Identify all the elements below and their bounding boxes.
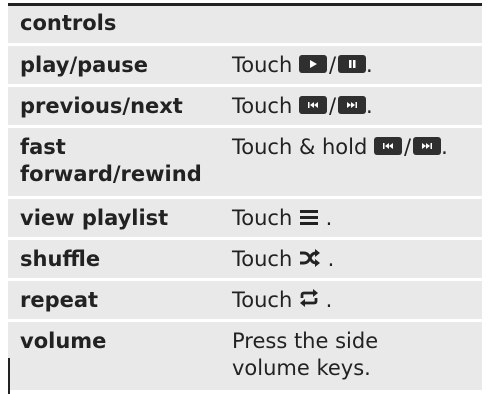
table-header: controls xyxy=(8,3,482,43)
table-row: repeat Touch . xyxy=(8,281,482,319)
repeat-icon xyxy=(299,282,319,320)
table-row: shuffle Touch . xyxy=(8,240,482,278)
play-icon xyxy=(298,55,327,73)
table-row: previous/next Touch /. xyxy=(8,87,482,125)
row-description: Touch . xyxy=(218,281,482,319)
controls-table: controls play/pause Touch /. previous/ne… xyxy=(8,3,482,390)
previous-icon xyxy=(374,137,402,155)
left-rule xyxy=(8,358,10,394)
row-label: repeat xyxy=(20,288,99,312)
playlist-icon xyxy=(299,200,319,238)
row-label: volume xyxy=(20,329,107,353)
table-row: play/pause Touch /. xyxy=(8,46,482,84)
row-description: Press the side volume keys. xyxy=(232,329,379,380)
table-row: volume Press the side volume keys. xyxy=(8,322,482,390)
row-description: Touch /. xyxy=(232,94,373,118)
shuffle-icon xyxy=(299,241,321,279)
row-label: previous/next xyxy=(20,94,183,118)
pause-icon xyxy=(338,55,367,73)
row-description: Touch /. xyxy=(232,53,373,77)
table-row: fast forward/rewind Touch & hold /. xyxy=(8,128,482,196)
next-icon xyxy=(413,137,442,155)
row-label: fast forward/rewind xyxy=(20,135,202,186)
row-description: Touch . xyxy=(218,199,482,237)
next-icon xyxy=(338,96,367,114)
row-description: Touch . xyxy=(218,240,482,278)
table-row: view playlist Touch . xyxy=(8,199,482,237)
row-description: Touch & hold /. xyxy=(232,135,448,159)
previous-icon xyxy=(298,96,327,114)
row-label: shuffle xyxy=(20,247,101,271)
row-label: play/pause xyxy=(20,53,149,77)
row-label: view playlist xyxy=(20,206,169,230)
header-title: controls xyxy=(20,11,117,35)
